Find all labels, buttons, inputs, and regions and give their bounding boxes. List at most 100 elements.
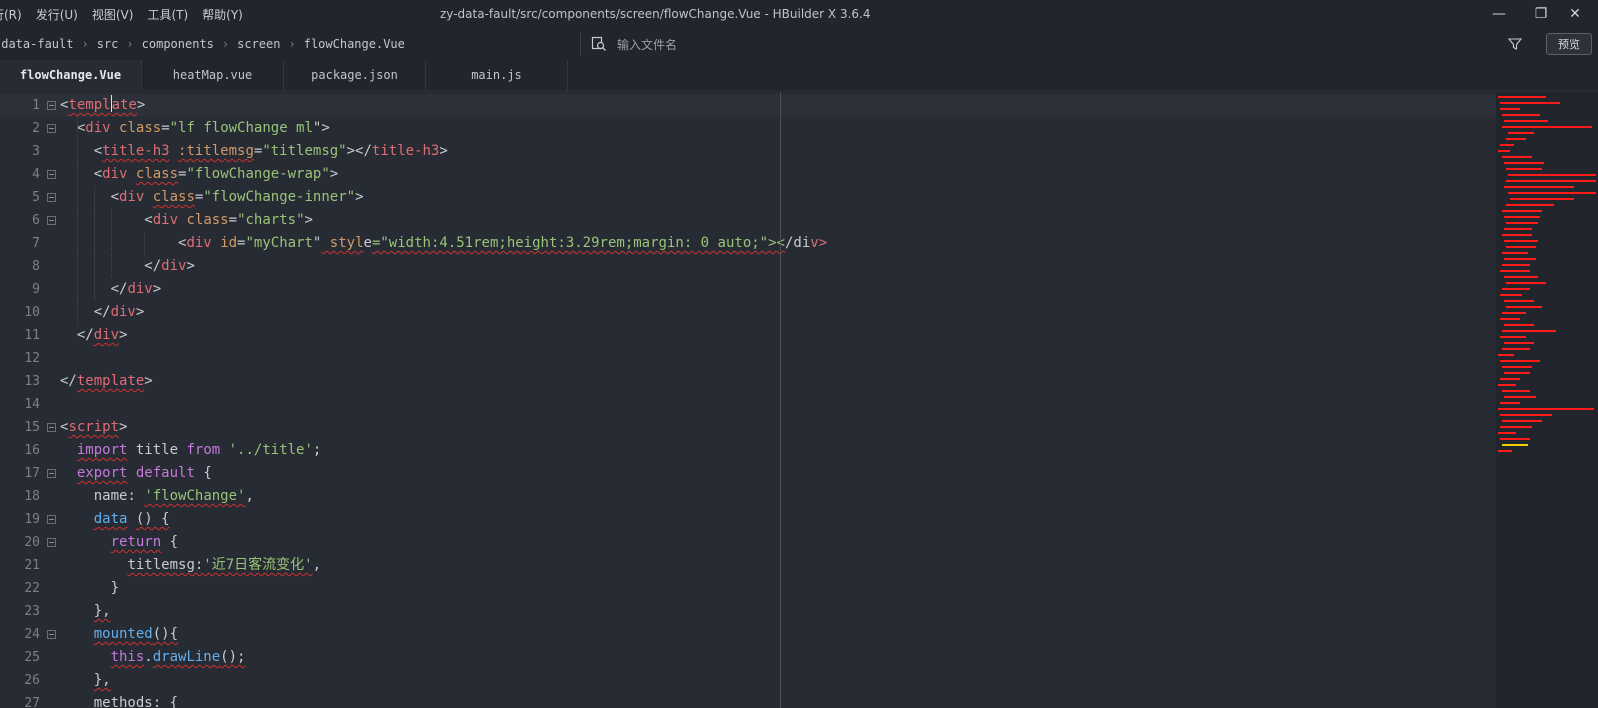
code-line[interactable]: 16 import title from '../title'; — [0, 439, 1496, 462]
code-text: import title from '../title'; — [76, 442, 322, 458]
line-number: 24 — [24, 627, 40, 642]
code-line[interactable]: 20 return { — [0, 531, 1496, 554]
code-line[interactable]: 14 — [0, 393, 1496, 416]
fold-toggle-icon[interactable] — [47, 193, 56, 202]
fold-toggle-icon[interactable] — [47, 101, 56, 110]
code-line[interactable]: 13 </template> — [0, 370, 1496, 393]
menu-tools[interactable]: 工具(T) — [147, 6, 188, 23]
tab-heatmap-vue[interactable]: heatMap.vue — [142, 60, 284, 90]
breadcrumb-item[interactable]: src — [97, 37, 119, 51]
minimap-line — [1502, 366, 1532, 368]
tab-package-json[interactable]: package.json — [284, 60, 426, 90]
breadcrumb-item[interactable]: flowChange.Vue — [304, 37, 405, 51]
tab-main-js[interactable]: main.js — [426, 60, 568, 90]
minimap-line — [1502, 312, 1526, 314]
file-search-input[interactable]: 输入文件名 — [580, 32, 1480, 56]
minimap-line — [1504, 258, 1536, 260]
fold-toggle-icon[interactable] — [47, 630, 56, 639]
menu-publish[interactable]: 发行(U) — [36, 6, 78, 23]
indent-guide — [110, 232, 112, 255]
code-line[interactable]: 5 <div class="flowChange-inner"> — [0, 186, 1496, 209]
code-line[interactable]: 12 — [0, 347, 1496, 370]
code-line[interactable]: 4 <div class="flowChange-wrap"> — [0, 163, 1496, 186]
code-editor[interactable]: 1 <template> 2 <div class="lf flowChange m… — [0, 92, 1496, 708]
code-text: return { — [110, 534, 179, 550]
minimap-line — [1498, 96, 1546, 98]
line-number: 13 — [24, 374, 40, 389]
code-line[interactable]: 18 name: 'flowChange', — [0, 485, 1496, 508]
minimize-button[interactable]: — — [1476, 0, 1522, 28]
code-line[interactable]: 23 }, — [0, 600, 1496, 623]
code-text: mounted(){ — [93, 626, 179, 642]
breadcrumb-item[interactable]: screen — [237, 37, 280, 51]
indent-guide — [110, 209, 112, 232]
line-number: 7 — [32, 236, 40, 251]
line-number: 4 — [32, 167, 40, 182]
close-button[interactable]: ✕ — [1552, 0, 1598, 28]
line-number: 22 — [24, 581, 40, 596]
minimap-line — [1500, 426, 1532, 428]
line-number: 1 — [32, 98, 40, 113]
breadcrumb-item[interactable]: components — [142, 37, 214, 51]
file-search-placeholder: 输入文件名 — [617, 37, 678, 52]
code-line[interactable]: 17 export default { — [0, 462, 1496, 485]
code-text: }, — [93, 603, 111, 619]
indent-guide — [93, 278, 95, 301]
filter-icon[interactable] — [1507, 36, 1524, 52]
fold-toggle-icon[interactable] — [47, 170, 56, 179]
code-line[interactable]: 1 <template> — [0, 94, 1496, 117]
code-line[interactable]: 8 </div> — [0, 255, 1496, 278]
minimap-line — [1504, 162, 1544, 164]
fold-toggle-icon[interactable] — [47, 515, 56, 524]
code-text: </div> — [76, 327, 128, 343]
indent-guide — [93, 255, 95, 278]
indent-guide — [144, 232, 146, 255]
indent-guide — [76, 140, 78, 163]
minimap-line — [1502, 210, 1542, 212]
fold-toggle-icon[interactable] — [47, 124, 56, 133]
minimap-line — [1498, 150, 1510, 152]
minimap-line — [1498, 354, 1514, 356]
code-line[interactable]: 11 </div> — [0, 324, 1496, 347]
code-text: data () { — [93, 511, 170, 527]
code-line[interactable]: 24 mounted(){ — [0, 623, 1496, 646]
tab-flowchange-vue[interactable]: flowChange.Vue — [0, 60, 142, 90]
fold-toggle-icon[interactable] — [47, 538, 56, 547]
code-line[interactable]: 9 </div> — [0, 278, 1496, 301]
line-number: 19 — [24, 512, 40, 527]
minimap-line — [1504, 186, 1574, 188]
minimap[interactable] — [1496, 92, 1598, 708]
code-line[interactable]: 15 <script> — [0, 416, 1496, 439]
minimap-line — [1502, 126, 1592, 128]
minimap-line — [1500, 108, 1520, 110]
chevron-right-icon: › — [126, 37, 134, 51]
code-line[interactable]: 19 data () { — [0, 508, 1496, 531]
minimap-line — [1498, 384, 1516, 386]
code-text: <template> — [60, 95, 146, 113]
menu-help[interactable]: 帮助(Y) — [202, 6, 243, 23]
code-line[interactable]: 27 methods: { — [0, 692, 1496, 708]
code-line[interactable]: 26 }, — [0, 669, 1496, 692]
code-line[interactable]: 21 titlemsg:'近7日客流变化', — [0, 554, 1496, 577]
fold-toggle-icon[interactable] — [47, 469, 56, 478]
close-icon: ✕ — [1569, 6, 1581, 22]
code-line[interactable]: 6 <div class="charts"> — [0, 209, 1496, 232]
menu-view[interactable]: 视图(V) — [92, 6, 134, 23]
breadcrumb-item[interactable]: -data-fault — [0, 37, 73, 51]
code-line[interactable]: 3 <title-h3 :titlemsg="titlemsg"></title… — [0, 140, 1496, 163]
preview-button[interactable]: 预览 — [1546, 33, 1592, 55]
code-line[interactable]: 2 <div class="lf flowChange ml"> — [0, 117, 1496, 140]
menu-run[interactable]: 行(R) — [0, 6, 22, 23]
fold-toggle-icon[interactable] — [47, 216, 56, 225]
code-line[interactable]: 10 </div> — [0, 301, 1496, 324]
code-line[interactable]: 22 } — [0, 577, 1496, 600]
minimap-line — [1502, 156, 1532, 158]
code-line[interactable]: 25 this.drawLine(); — [0, 646, 1496, 669]
indent-guide — [76, 232, 78, 255]
minimap-line — [1500, 438, 1530, 440]
minimap-line — [1504, 300, 1534, 302]
line-number: 17 — [24, 466, 40, 481]
code-line[interactable]: 7 <div id="myChart" style="width:4.51rem… — [0, 232, 1496, 255]
chevron-right-icon: › — [288, 37, 296, 51]
fold-toggle-icon[interactable] — [47, 423, 56, 432]
